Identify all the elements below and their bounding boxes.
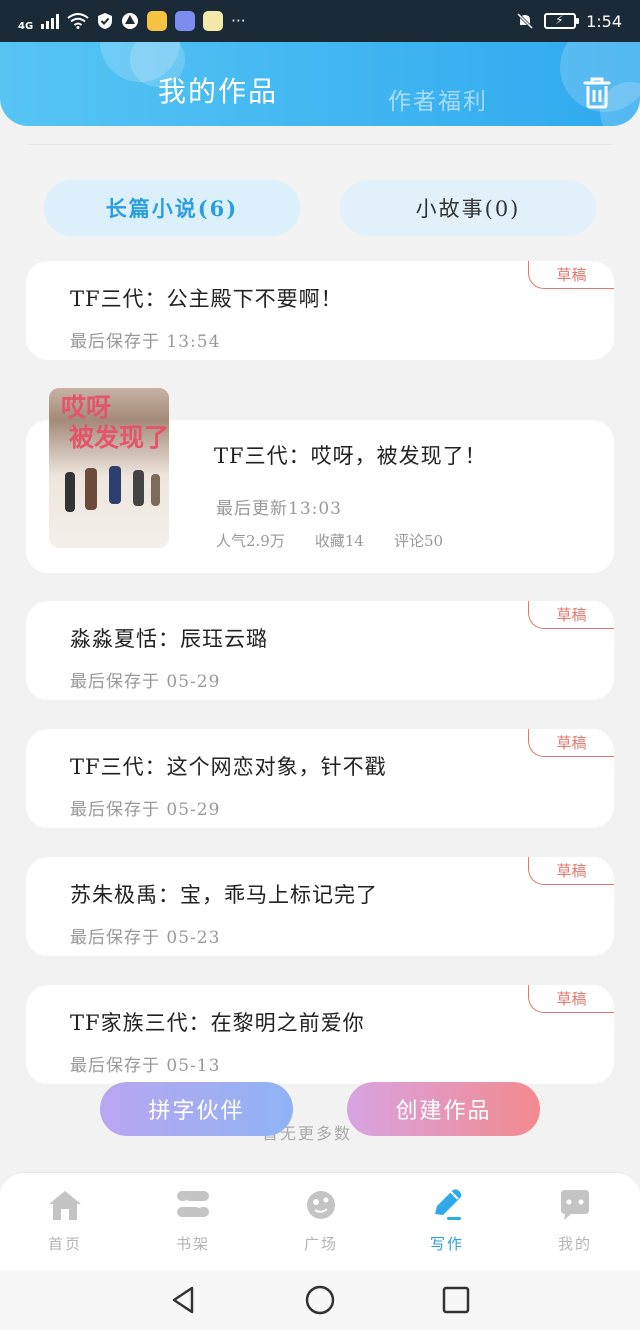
music-app-icon <box>175 11 196 31</box>
work-save-time: 最后保存于 05-13 <box>70 1056 221 1076</box>
category-story-button[interactable]: 小故事(0) <box>340 180 596 236</box>
nav-label: 我的 <box>557 1235 592 1253</box>
tab-my-works[interactable]: 我的作品 <box>158 70 278 110</box>
draft-badge: 草稿 <box>528 601 614 629</box>
nav-writing[interactable]: 写作 <box>402 1187 492 1254</box>
planet-icon <box>302 1187 340 1223</box>
vpn-icon <box>121 12 139 30</box>
pen-icon <box>428 1187 466 1223</box>
work-save-time: 最后保存于 13:54 <box>70 332 221 352</box>
draft-badge: 草稿 <box>528 985 614 1013</box>
wechat-app-icon <box>203 11 224 31</box>
draft-badge: 草稿 <box>528 729 614 757</box>
battery-icon: ⚡ <box>544 13 580 29</box>
work-card[interactable]: 草稿 TF家族三代：在黎明之前爱你 最后保存于 05-13 <box>26 985 614 1084</box>
writing-partner-button[interactable]: 拼字伙伴 <box>100 1082 293 1136</box>
nav-label: 书架 <box>175 1235 210 1253</box>
work-card[interactable]: 草稿 淼淼夏恬：辰珏云璐 最后保存于 05-29 <box>26 601 614 700</box>
nav-mine[interactable]: 我的 <box>530 1187 620 1254</box>
divider <box>28 144 612 145</box>
nav-bookshelf[interactable]: 书架 <box>148 1187 238 1254</box>
work-title: 苏朱极禹：宝，乖马上标记完了 <box>70 883 378 907</box>
category-novel-button[interactable]: 长篇小说(6) <box>44 180 300 236</box>
app-header: 我的作品 作者福利 <box>0 42 640 126</box>
work-save-time: 最后保存于 05-29 <box>70 800 221 820</box>
back-icon[interactable] <box>168 1284 200 1316</box>
nav-label: 写作 <box>429 1235 464 1253</box>
nav-home[interactable]: 首页 <box>20 1187 110 1254</box>
draft-badge: 草稿 <box>528 857 614 885</box>
nav-square[interactable]: 广场 <box>276 1187 366 1254</box>
favorites-count: 收藏14 <box>314 532 364 550</box>
work-title: TF三代：这个网恋对象，针不戳 <box>70 755 387 779</box>
home-circle-icon[interactable] <box>304 1284 336 1316</box>
work-save-time: 最后保存于 05-23 <box>70 928 221 948</box>
mute-bell-icon <box>516 12 534 30</box>
recents-square-icon[interactable] <box>440 1284 472 1316</box>
cover-text: 被发现了 <box>69 423 169 452</box>
chat-icon <box>556 1187 594 1223</box>
weibo-app-icon <box>147 11 168 31</box>
tab-author-benefits[interactable]: 作者福利 <box>388 82 488 116</box>
cover-text: 哎呀 <box>61 393 112 422</box>
bottom-navigation: 首页 书架 广场 写作 我的 <box>0 1172 640 1270</box>
shield-icon <box>97 12 113 30</box>
work-stats: 人气2.9万 收藏14 评论50 <box>216 530 443 551</box>
work-update-time: 最后更新13:03 <box>216 499 342 519</box>
system-navigation-bar <box>0 1270 640 1330</box>
work-card[interactable]: 草稿 TF三代：公主殿下不要啊！ 最后保存于 13:54 <box>26 261 614 360</box>
work-title: TF三代：公主殿下不要啊！ <box>70 287 343 311</box>
status-bar: 4G ··· ⚡ 1:54 <box>0 0 640 42</box>
draft-badge: 草稿 <box>528 261 614 289</box>
work-title: 淼淼夏恬：辰珏云璐 <box>70 627 268 651</box>
clock: 1:54 <box>586 11 622 31</box>
book-cover[interactable]: 哎呀 被发现了 <box>49 388 169 548</box>
create-work-button[interactable]: 创建作品 <box>347 1082 540 1136</box>
work-card[interactable]: 草稿 TF三代：这个网恋对象，针不戳 最后保存于 05-29 <box>26 729 614 828</box>
nav-label: 广场 <box>303 1235 338 1253</box>
work-card[interactable]: 草稿 苏朱极禹：宝，乖马上标记完了 最后保存于 05-23 <box>26 857 614 956</box>
trash-icon[interactable] <box>581 74 613 110</box>
popularity-count: 人气2.9万 <box>216 532 285 550</box>
nav-label: 首页 <box>47 1235 82 1253</box>
network-type: 4G <box>18 20 34 32</box>
work-save-time: 最后保存于 05-29 <box>70 672 221 692</box>
work-title: TF家族三代：在黎明之前爱你 <box>70 1011 365 1035</box>
home-icon <box>46 1187 84 1223</box>
signal-icon <box>41 13 60 29</box>
bookshelf-icon <box>174 1187 212 1223</box>
wifi-icon <box>67 13 89 29</box>
comments-count: 评论50 <box>393 532 444 550</box>
work-title: TF三代：哎呀，被发现了！ <box>214 444 487 468</box>
more-notifications-icon: ··· <box>231 12 246 30</box>
